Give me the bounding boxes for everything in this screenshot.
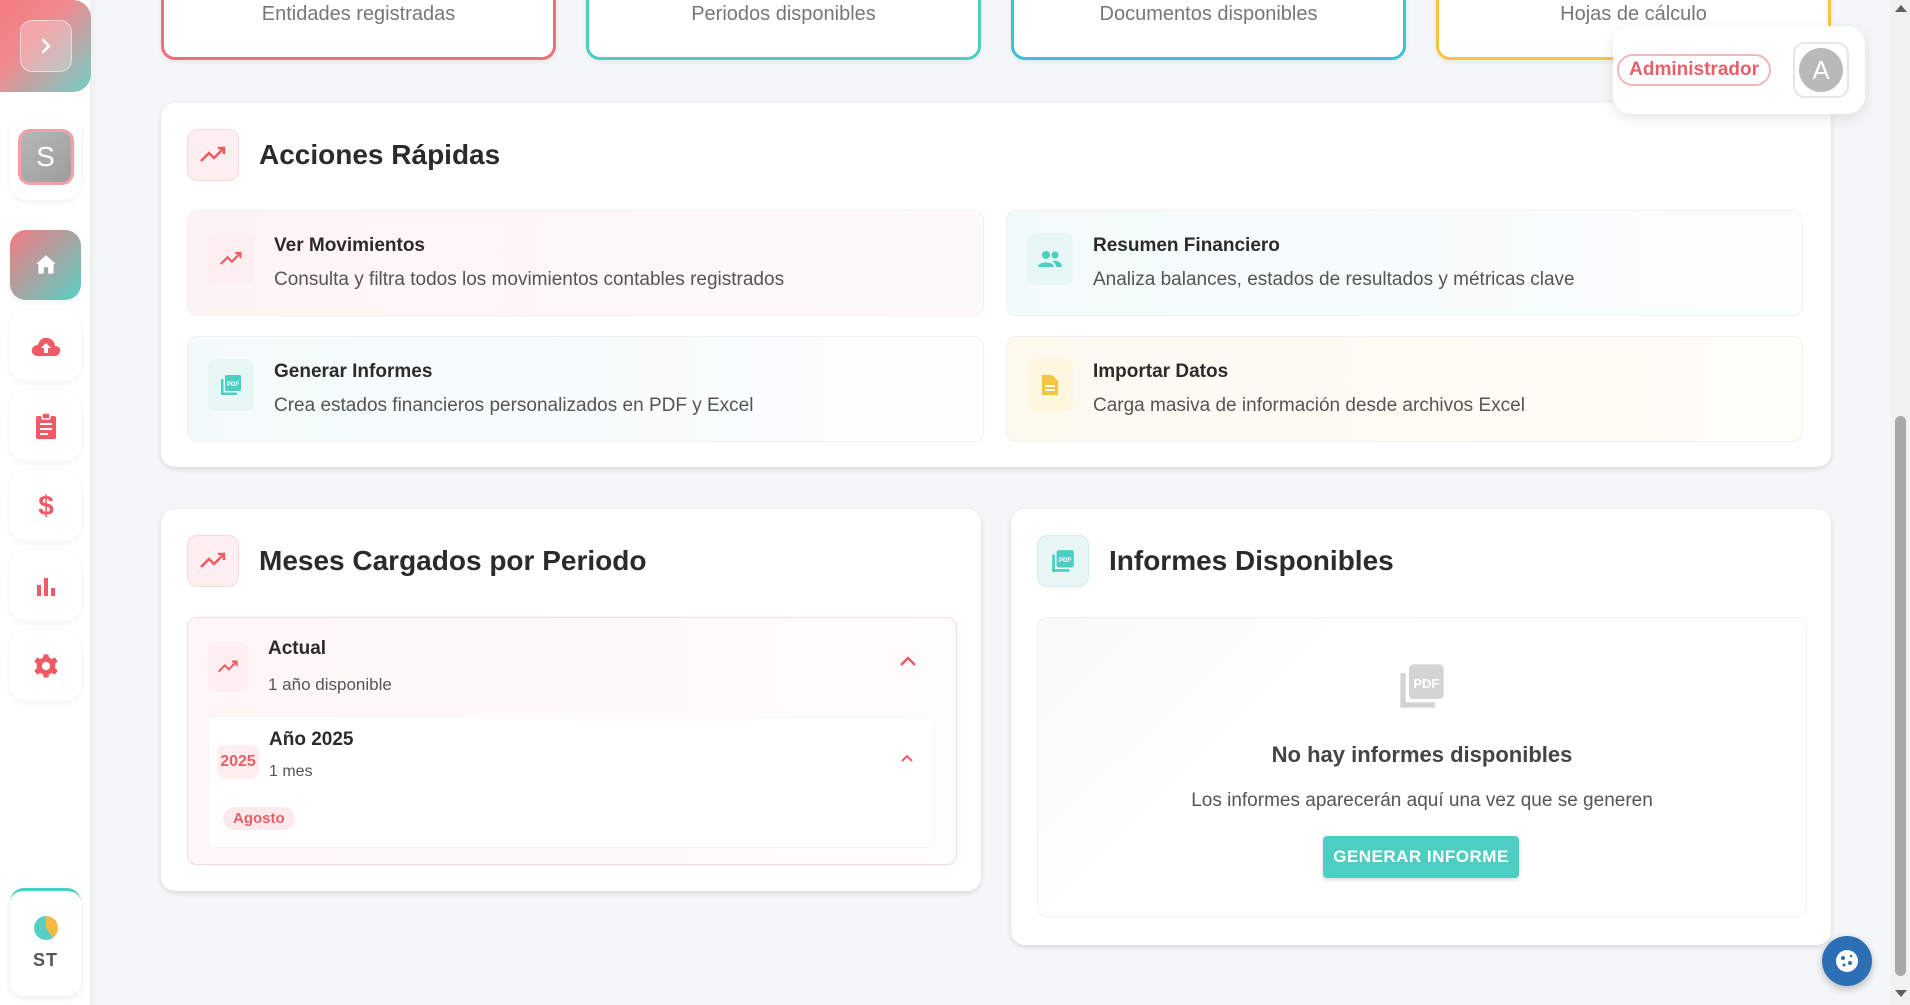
empty-title: No hay informes disponibles: [1271, 742, 1573, 767]
generate-report-button[interactable]: GENERAR INFORME: [1323, 836, 1519, 878]
avatar: S: [17, 129, 74, 185]
chevron-up-icon[interactable]: [898, 654, 918, 673]
scroll-down-icon[interactable]: [1895, 990, 1907, 997]
year-badge: 2025: [217, 745, 259, 779]
action-title: Generar Informes: [274, 361, 433, 382]
action-title: Ver Movimientos: [274, 235, 425, 256]
svg-text:$: $: [38, 491, 54, 521]
sidebar-profile[interactable]: S: [10, 114, 81, 200]
reports-panel: PDF Informes Disponibles PDF No hay info…: [1011, 509, 1831, 945]
sidebar-header: [0, 0, 91, 92]
bar-chart-icon: [36, 578, 55, 596]
trending-up-icon: [208, 642, 248, 692]
page-scrollbar[interactable]: [1891, 0, 1910, 1005]
month-chip[interactable]: Agosto: [223, 807, 295, 830]
stat-label: Documentos disponibles: [1099, 3, 1318, 25]
chevron-right-icon: [41, 38, 51, 54]
sidebar-item-upload[interactable]: [10, 311, 81, 381]
avatar: A: [1799, 48, 1843, 92]
sidebar-toggle-button[interactable]: [20, 20, 72, 72]
empty-desc: Los informes aparecerán aquí una vez que…: [1191, 790, 1653, 811]
cloud-upload-icon: [31, 337, 60, 356]
sidebar-item-finance[interactable]: $: [10, 471, 81, 541]
action-ver-movimientos[interactable]: Ver Movimientos Consulta y filtra todos …: [187, 210, 984, 316]
sidebar-user[interactable]: ST: [10, 888, 81, 996]
pdf-icon: PDF: [1396, 660, 1448, 717]
scroll-up-icon[interactable]: [1895, 5, 1907, 12]
trending-up-icon: [187, 535, 239, 587]
clipboard-icon: [35, 412, 56, 439]
svg-text:PDF: PDF: [1413, 676, 1439, 691]
sidebar-item-home[interactable]: [10, 230, 81, 300]
sidebar-item-settings[interactable]: [10, 631, 81, 701]
user-menu[interactable]: Administrador A: [1613, 26, 1865, 114]
cookie-settings-button[interactable]: [1822, 936, 1872, 986]
action-generar-informes[interactable]: PDF Generar Informes Crea estados financ…: [187, 336, 984, 442]
empty-state: PDF No hay informes disponibles Los info…: [1037, 617, 1807, 917]
stat-label: Entidades registradas: [261, 3, 456, 25]
year-subtitle: 1 mes: [269, 763, 313, 780]
quick-actions-panel: Acciones Rápidas Ver Movimientos Consult…: [161, 103, 1831, 467]
sidebar-item-documents[interactable]: [10, 391, 81, 461]
home-icon: [35, 255, 56, 274]
gear-icon: [33, 654, 58, 678]
panel-title: Acciones Rápidas: [259, 139, 501, 170]
stat-card-entities: Entidades registradas: [161, 0, 556, 60]
group-title: Actual: [268, 638, 327, 659]
stat-card-documents: Documentos disponibles: [1011, 0, 1406, 60]
trending-up-icon: [187, 129, 239, 181]
stat-label: Hojas de cálculo: [1560, 3, 1707, 25]
action-resumen-financiero[interactable]: Resumen Financiero Analiza balances, est…: [1006, 210, 1803, 316]
document-icon: [1027, 359, 1073, 411]
cookie-icon: [1836, 950, 1858, 972]
sidebar: S $ ST: [0, 0, 91, 1005]
panel-title: Informes Disponibles: [1109, 545, 1394, 576]
trending-up-icon: [208, 233, 254, 285]
chevron-up-icon[interactable]: [899, 751, 915, 769]
user-status-icon: [33, 916, 58, 940]
period-group: Actual 1 año disponible 2025 Año 2025 1 …: [187, 617, 957, 865]
sidebar-item-reports[interactable]: [10, 551, 81, 621]
action-title: Importar Datos: [1093, 361, 1229, 382]
action-title: Resumen Financiero: [1093, 235, 1280, 256]
stat-label: Periodos disponibles: [691, 3, 876, 25]
user-initials: ST: [32, 950, 58, 970]
scrollbar-thumb[interactable]: [1895, 416, 1906, 976]
svg-text:PDF: PDF: [227, 382, 239, 388]
dollar-icon: $: [38, 491, 54, 521]
panel-title: Meses Cargados por Periodo: [259, 545, 647, 576]
people-icon: [1027, 233, 1073, 285]
action-desc: Analiza balances, estados de resultados …: [1093, 269, 1575, 290]
role-badge: Administrador: [1617, 54, 1771, 86]
year-item: 2025 Año 2025 1 mes Agosto: [208, 716, 935, 848]
group-subtitle: 1 año disponible: [268, 675, 392, 694]
action-desc: Crea estados financieros personalizados …: [274, 395, 754, 416]
action-desc: Consulta y filtra todos los movimientos …: [274, 269, 785, 290]
year-title: Año 2025: [269, 729, 354, 750]
avatar-frame[interactable]: A: [1793, 42, 1849, 98]
pdf-icon: PDF: [1037, 535, 1089, 587]
svg-text:PDF: PDF: [1059, 557, 1072, 564]
action-importar-datos[interactable]: Importar Datos Carga masiva de informaci…: [1006, 336, 1803, 442]
action-desc: Carga masiva de información desde archiv…: [1093, 395, 1525, 416]
pdf-icon: PDF: [208, 359, 254, 411]
stat-card-periods: Periodos disponibles: [586, 0, 981, 60]
months-panel: Meses Cargados por Periodo Actual 1 año …: [161, 509, 981, 891]
